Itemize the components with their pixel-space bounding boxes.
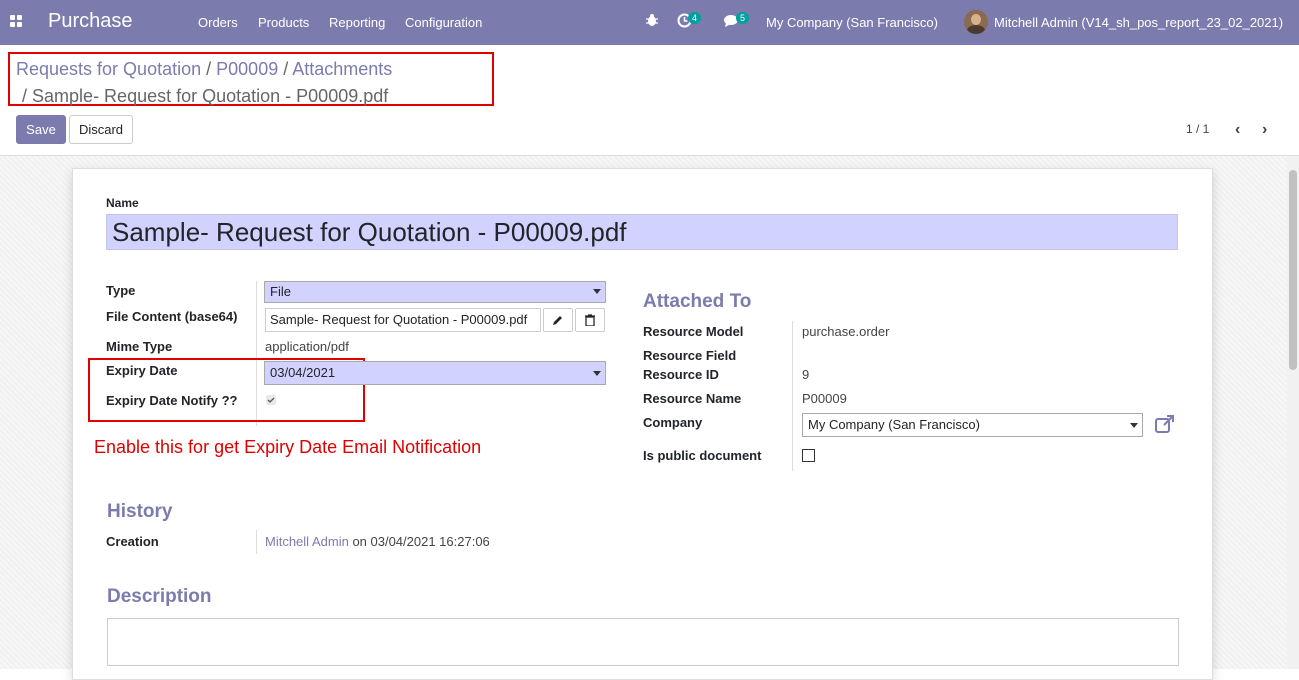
- app-name[interactable]: Purchase: [48, 10, 133, 33]
- trash-icon[interactable]: [575, 308, 605, 332]
- resource-id-value: 9: [802, 367, 810, 382]
- type-select[interactable]: File: [264, 281, 606, 303]
- expiry-notify-checkbox[interactable]: [266, 395, 276, 405]
- user-avatar[interactable]: [964, 10, 988, 34]
- checkmark-icon: [267, 397, 275, 403]
- chevron-down-icon: [593, 289, 601, 294]
- form-view-background: Name Sample- Request for Quotation - P00…: [0, 156, 1287, 680]
- control-panel: Requests for Quotation / P00009 / Attach…: [0, 45, 1299, 156]
- menu-orders[interactable]: Orders: [198, 15, 238, 30]
- page-scrollbar[interactable]: [1287, 156, 1299, 669]
- attached-to-title: Attached To: [643, 291, 752, 312]
- chevron-right-icon[interactable]: ›: [1262, 121, 1267, 139]
- menu-configuration[interactable]: Configuration: [405, 15, 482, 30]
- breadcrumb-separator: /: [206, 59, 212, 79]
- right-group-divider: [792, 321, 793, 471]
- mime-type-value: application/pdf: [265, 339, 349, 354]
- breadcrumb-attachments[interactable]: Attachments: [292, 59, 392, 79]
- type-label: Type: [106, 283, 136, 298]
- breadcrumb-separator: /: [283, 59, 289, 79]
- form-sheet: Name Sample- Request for Quotation - P00…: [72, 168, 1213, 680]
- menu-reporting[interactable]: Reporting: [329, 15, 385, 30]
- expiry-date-value: 03/04/2021: [270, 365, 336, 380]
- description-title: Description: [107, 586, 212, 607]
- breadcrumb-separator: /: [22, 86, 28, 106]
- expiry-date-label: Expiry Date: [106, 363, 178, 378]
- breadcrumb-rfq[interactable]: Requests for Quotation: [16, 59, 201, 79]
- creation-label: Creation: [106, 534, 159, 549]
- messages-count-badge: 5: [736, 12, 750, 24]
- pager-value[interactable]: 1 / 1: [1186, 122, 1209, 136]
- breadcrumb: Requests for Quotation / P00009 / Attach…: [16, 59, 392, 80]
- public-document-checkbox[interactable]: [802, 449, 815, 462]
- chevron-down-icon: [593, 371, 601, 376]
- expiry-date-input[interactable]: 03/04/2021: [264, 361, 606, 385]
- top-navbar: Purchase Orders Products Reporting Confi…: [0, 0, 1299, 45]
- chevron-left-icon[interactable]: ‹: [1235, 121, 1240, 139]
- debug-bug-icon[interactable]: [645, 13, 659, 30]
- company-select[interactable]: My Company (San Francisco): [802, 413, 1143, 437]
- resource-field-label: Resource Field: [643, 348, 737, 363]
- description-input[interactable]: [107, 618, 1179, 666]
- file-content-input[interactable]: Sample- Request for Quotation - P00009.p…: [265, 308, 541, 332]
- activity-count-badge: 4: [688, 12, 702, 24]
- creation-user-link[interactable]: Mitchell Admin: [265, 534, 349, 549]
- resource-model-label: Resource Model: [643, 324, 744, 339]
- creation-value: Mitchell Admin on 03/04/2021 16:27:06: [265, 534, 490, 549]
- creation-date: on 03/04/2021 16:27:06: [352, 534, 490, 549]
- apps-menu-icon[interactable]: [10, 15, 24, 29]
- resource-id-label: Resource ID: [643, 367, 719, 382]
- external-link-icon[interactable]: [1155, 415, 1175, 436]
- breadcrumb-current: / Sample- Request for Quotation - P00009…: [22, 86, 388, 107]
- company-label: Company: [643, 415, 703, 430]
- discard-button[interactable]: Discard: [69, 115, 133, 144]
- scrollbar-thumb[interactable]: [1289, 170, 1297, 370]
- breadcrumb-p00009[interactable]: P00009: [216, 59, 278, 79]
- history-divider: [256, 530, 257, 554]
- public-document-label: Is public document: [643, 448, 762, 463]
- file-content-label: File Content (base64): [106, 309, 238, 324]
- mime-type-label: Mime Type: [106, 339, 173, 354]
- history-title: History: [107, 501, 173, 522]
- user-menu[interactable]: Mitchell Admin (V14_sh_pos_report_23_02_…: [994, 15, 1283, 30]
- resource-name-label: Resource Name: [643, 391, 742, 406]
- resource-model-value: purchase.order: [802, 324, 890, 339]
- menu-products[interactable]: Products: [258, 15, 309, 30]
- breadcrumb-current-label: Sample- Request for Quotation - P00009.p…: [32, 86, 389, 106]
- company-value: My Company (San Francisco): [808, 417, 980, 432]
- name-label: Name: [106, 196, 139, 210]
- save-button[interactable]: Save: [16, 115, 66, 144]
- type-value: File: [270, 284, 291, 299]
- expiry-annotation: Enable this for get Expiry Date Email No…: [94, 437, 482, 457]
- activity-clock-icon[interactable]: 4: [677, 12, 702, 31]
- company-switcher[interactable]: My Company (San Francisco): [766, 15, 938, 30]
- resource-name-value: P00009: [802, 391, 847, 406]
- name-input[interactable]: Sample- Request for Quotation - P00009.p…: [106, 214, 1178, 250]
- chevron-down-icon: [1130, 423, 1138, 428]
- expiry-notify-label: Expiry Date Notify ??: [106, 393, 238, 408]
- edit-pencil-icon[interactable]: [543, 308, 573, 332]
- messages-chat-icon[interactable]: 5: [723, 12, 750, 31]
